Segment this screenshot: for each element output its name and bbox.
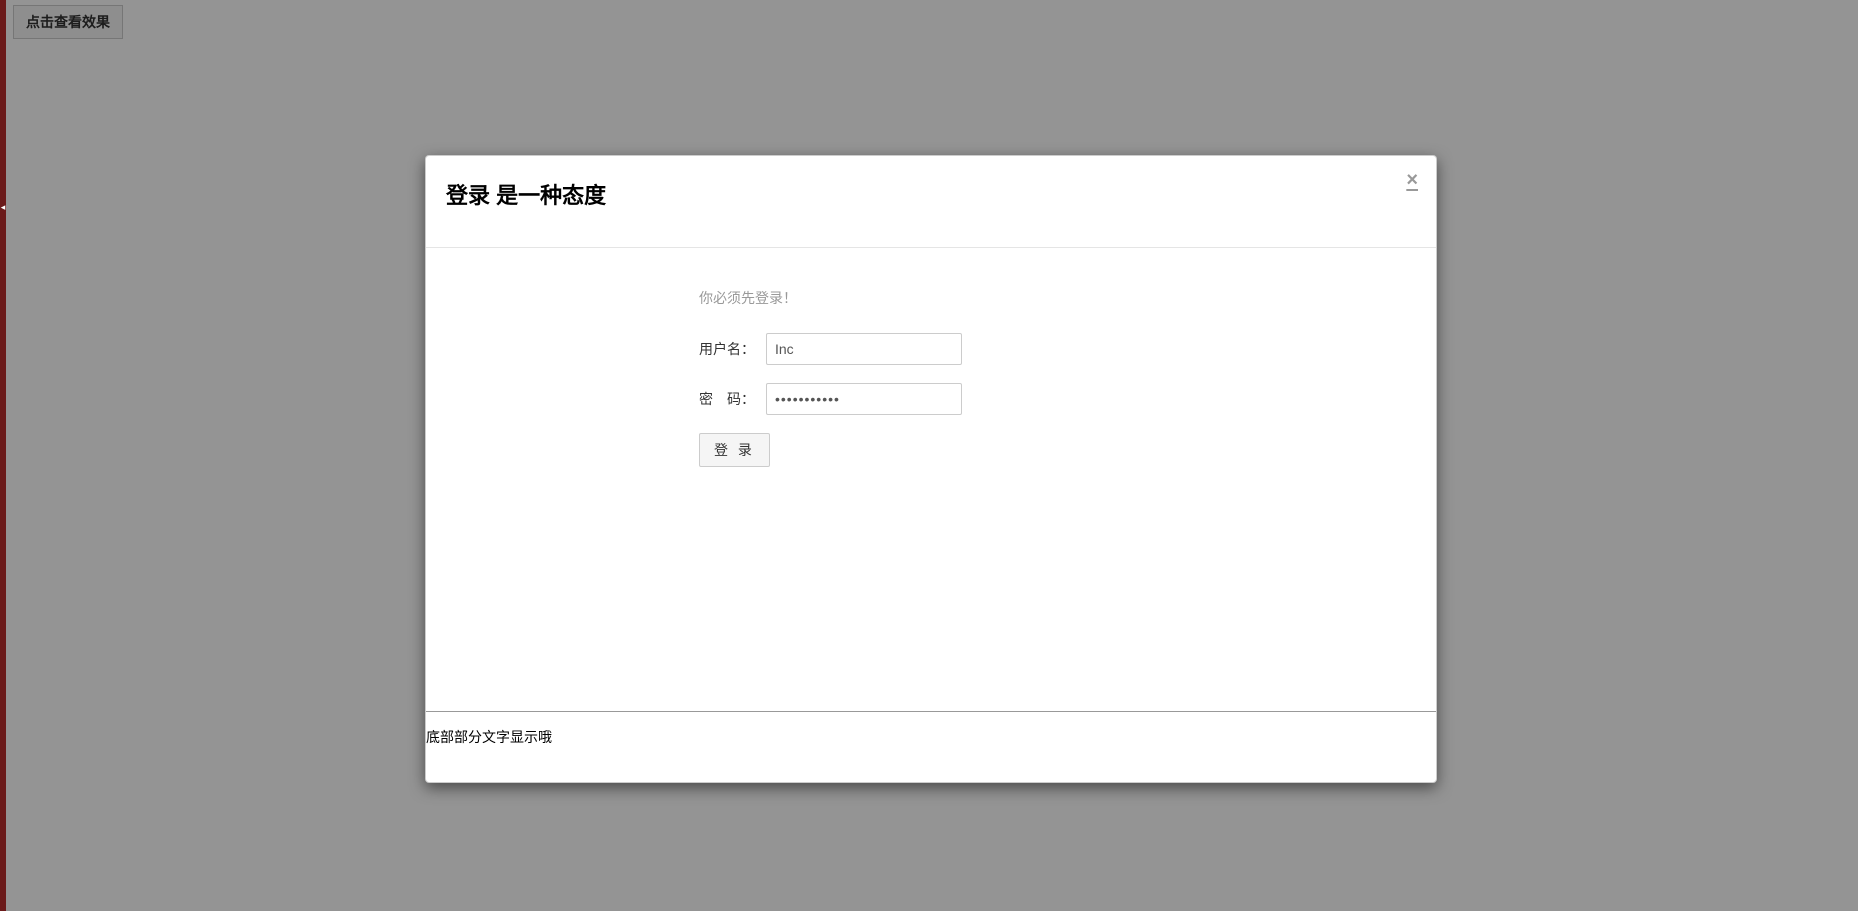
password-row: 密 码：: [699, 383, 1416, 415]
modal-footer: 底部部分文字显示哦: [426, 711, 1436, 782]
password-input[interactable]: [766, 383, 962, 415]
modal-header: × 登录 是一种态度: [426, 156, 1436, 248]
login-button[interactable]: 登 录: [699, 433, 770, 467]
login-hint: 你必须先登录！: [699, 288, 1416, 308]
username-label: 用户名：: [699, 339, 759, 359]
modal-title: 登录 是一种态度: [446, 181, 1416, 212]
password-label: 密 码：: [699, 389, 759, 409]
login-modal: × 登录 是一种态度 你必须先登录！ 用户名： 密 码： 登 录 底部部分文字显…: [425, 155, 1437, 783]
submit-row: 登 录: [699, 433, 1416, 467]
modal-body: 你必须先登录！ 用户名： 密 码： 登 录: [426, 248, 1436, 711]
username-row: 用户名：: [699, 333, 1416, 365]
username-input[interactable]: [766, 333, 962, 365]
login-form: 你必须先登录！ 用户名： 密 码： 登 录: [699, 288, 1416, 467]
close-icon[interactable]: ×: [1406, 170, 1418, 190]
